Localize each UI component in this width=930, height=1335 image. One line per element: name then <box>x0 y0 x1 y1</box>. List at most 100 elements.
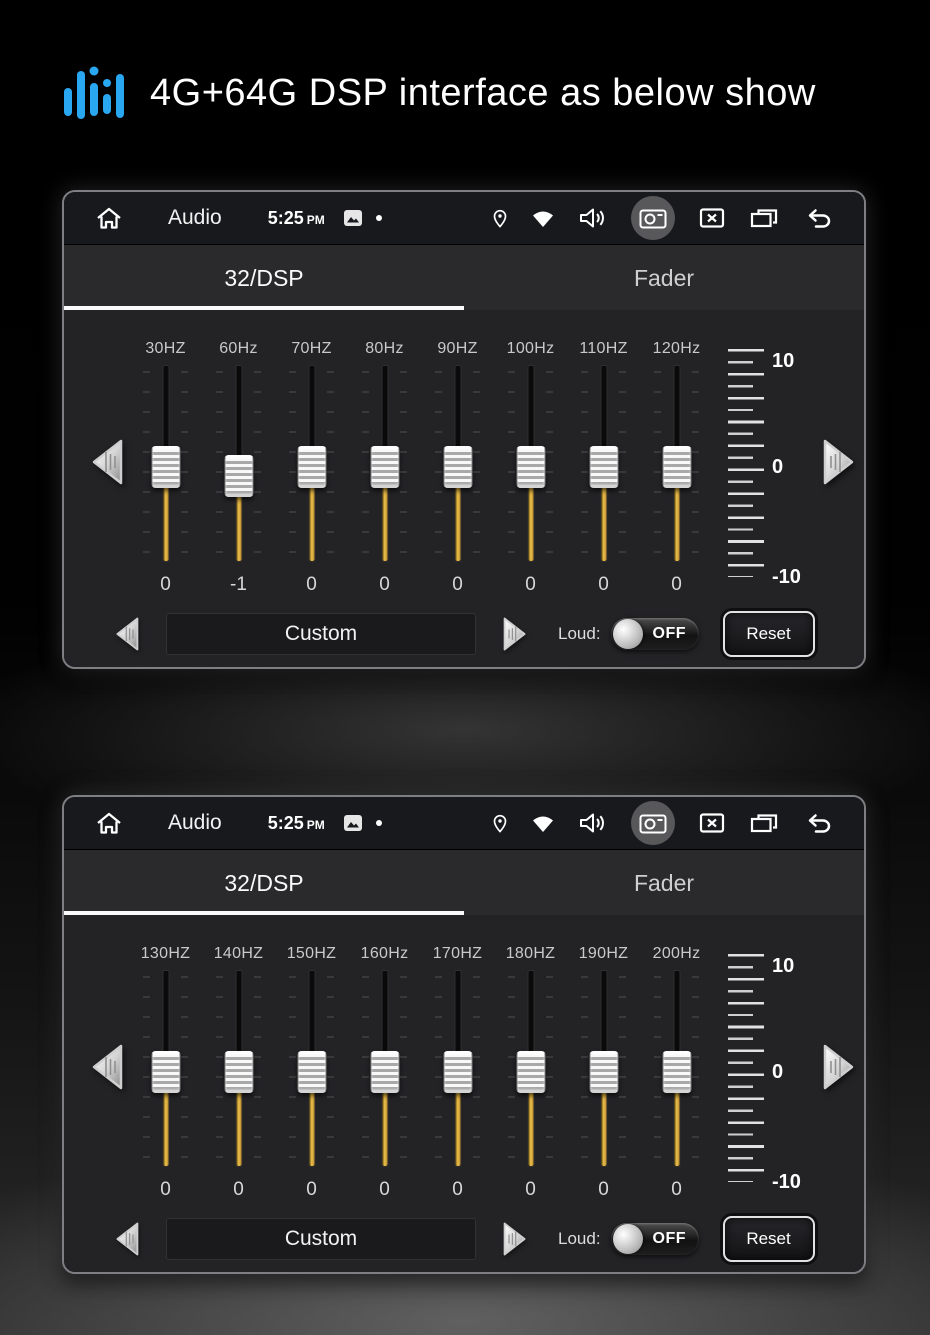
band-value: 0 <box>233 1179 244 1200</box>
freq-label: 90HZ <box>437 340 478 357</box>
slider-thumb[interactable] <box>297 1050 326 1093</box>
next-preset-button[interactable] <box>492 614 532 654</box>
promo-image: 4G+64G DSP interface as below show Audio… <box>0 0 930 1335</box>
freq-label: 190HZ <box>578 945 629 962</box>
next-preset-button[interactable] <box>492 1219 532 1259</box>
slider-thumb[interactable] <box>516 445 545 488</box>
eq-slider[interactable] <box>216 365 261 562</box>
slider-thumb[interactable] <box>224 1050 253 1093</box>
slider-thumb[interactable] <box>516 1050 545 1093</box>
back-icon[interactable] <box>802 206 834 230</box>
recent-apps-icon[interactable] <box>749 811 779 835</box>
slider-thumb[interactable] <box>224 455 253 498</box>
eq-slider[interactable] <box>143 970 188 1167</box>
eq-slider[interactable] <box>435 970 480 1167</box>
band-value: 0 <box>671 1179 682 1200</box>
freq-label: 150HZ <box>286 945 337 962</box>
slider-thumb[interactable] <box>443 445 472 488</box>
slider-thumb[interactable] <box>443 1050 472 1093</box>
eq-slider[interactable] <box>581 365 626 562</box>
slider-thumb[interactable] <box>662 445 691 488</box>
band-value: 0 <box>525 574 536 595</box>
eq-slider[interactable] <box>654 365 699 562</box>
slider-thumb[interactable] <box>589 1050 618 1093</box>
bottom-bar: Custom Loud: OFF Reset <box>64 1216 864 1262</box>
band-value: 0 <box>598 574 609 595</box>
eq-slider[interactable] <box>508 970 553 1167</box>
tab-32dsp[interactable]: 32/DSP <box>64 850 464 916</box>
close-icon[interactable] <box>698 811 726 835</box>
wifi-icon <box>533 816 553 832</box>
slider-thumb[interactable] <box>662 1050 691 1093</box>
clock: 5:25 PM <box>267 812 325 833</box>
equalizer-body: 30HZ 0 60Hz -1 70HZ 0 80Hz 0 90HZ 0 100H… <box>64 310 864 667</box>
clock: 5:25 PM <box>267 207 325 228</box>
slider-thumb[interactable] <box>370 1050 399 1093</box>
toggle-knob[interactable] <box>612 619 643 649</box>
close-icon[interactable] <box>698 206 726 230</box>
slider-thumb[interactable] <box>151 1050 180 1093</box>
page-header: 4G+64G DSP interface as below show <box>58 58 816 128</box>
prev-preset-button[interactable] <box>110 614 150 654</box>
reset-button[interactable]: Reset <box>722 611 815 657</box>
preset-selector[interactable]: Custom <box>166 613 476 655</box>
freq-label: 80Hz <box>365 340 404 357</box>
reset-button[interactable]: Reset <box>722 1216 815 1262</box>
home-icon[interactable] <box>94 810 124 836</box>
slider-thumb[interactable] <box>589 445 618 488</box>
eq-slider[interactable] <box>581 970 626 1167</box>
volume-icon[interactable] <box>578 811 608 835</box>
ruler-label-min: -10 <box>772 566 801 588</box>
status-bar: Audio 5:25 PM <box>64 797 864 850</box>
recent-apps-icon[interactable] <box>749 206 779 230</box>
volume-icon[interactable] <box>578 206 608 230</box>
location-icon <box>493 209 507 228</box>
band-value: 0 <box>598 1179 609 1200</box>
eq-slider[interactable] <box>362 365 407 562</box>
slider-thumb[interactable] <box>297 445 326 488</box>
eq-slider[interactable] <box>289 365 334 562</box>
toggle-knob[interactable] <box>612 1224 643 1254</box>
app-title: Audio <box>168 811 222 834</box>
screenshot-camera-button[interactable] <box>631 801 675 845</box>
band-value: 0 <box>160 1179 171 1200</box>
freq-label: 200Hz <box>652 945 701 962</box>
tab-32dsp[interactable]: 32/DSP <box>64 245 464 311</box>
home-icon[interactable] <box>94 205 124 231</box>
freq-label: 160Hz <box>360 945 409 962</box>
eq-slider[interactable] <box>216 970 261 1167</box>
tab-bar: 32/DSP Fader <box>64 850 864 918</box>
eq-slider[interactable] <box>143 365 188 562</box>
next-bands-button[interactable] <box>808 1040 862 1094</box>
eq-slider[interactable] <box>508 365 553 562</box>
preset-selector[interactable]: Custom <box>166 1218 476 1260</box>
eq-slider[interactable] <box>289 970 334 1167</box>
band-value: 0 <box>452 574 463 595</box>
next-bands-button[interactable] <box>808 435 862 489</box>
loud-label: Loud: <box>558 624 601 643</box>
freq-label: 30HZ <box>145 340 186 357</box>
band-value: 0 <box>379 1179 390 1200</box>
freq-label: 100Hz <box>506 340 555 357</box>
prev-preset-button[interactable] <box>110 1219 150 1259</box>
tab-fader[interactable]: Fader <box>464 850 864 916</box>
location-icon <box>493 814 507 833</box>
slider-thumb[interactable] <box>370 445 399 488</box>
tab-fader[interactable]: Fader <box>464 245 864 311</box>
loud-toggle[interactable]: OFF <box>610 1223 699 1255</box>
status-icons <box>492 801 834 845</box>
band-value: 0 <box>379 574 390 595</box>
back-icon[interactable] <box>802 811 834 835</box>
eq-slider[interactable] <box>654 970 699 1167</box>
freq-label: 60Hz <box>219 340 258 357</box>
freq-label: 110HZ <box>579 340 628 357</box>
eq-slider[interactable] <box>362 970 407 1167</box>
slider-thumb[interactable] <box>151 445 180 488</box>
loud-label: Loud: <box>558 1229 601 1248</box>
loud-toggle[interactable]: OFF <box>610 618 699 650</box>
ruler-label-mid: 0 <box>772 1061 784 1083</box>
eq-slider[interactable] <box>435 365 480 562</box>
status-icons <box>492 196 834 240</box>
status-bar: Audio 5:25 PM <box>64 192 864 245</box>
screenshot-camera-button[interactable] <box>631 196 675 240</box>
